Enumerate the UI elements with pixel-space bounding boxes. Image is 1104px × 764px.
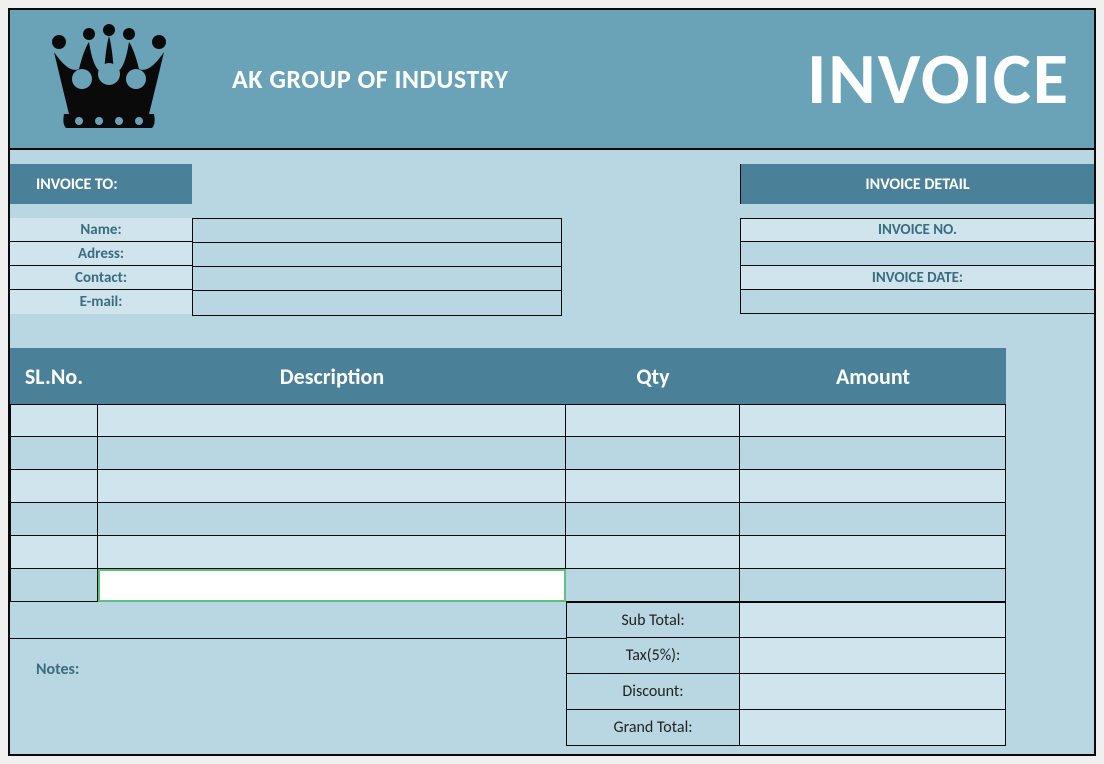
company-name: AK GROUP OF INDUSTRY (232, 63, 759, 95)
cell-sl[interactable] (10, 503, 98, 536)
notes-area[interactable] (10, 638, 566, 756)
tax-label: Tax(5%): (566, 638, 740, 674)
invoice-no-label: INVOICE NO. (740, 218, 1094, 242)
table-row (10, 437, 1006, 470)
cell-amount[interactable] (740, 404, 1006, 437)
subtotal-label: Sub Total: (566, 602, 740, 638)
cell-amount[interactable] (740, 569, 1006, 602)
cell-qty[interactable] (566, 536, 740, 569)
table-row (10, 569, 1006, 602)
cell-amount[interactable] (740, 437, 1006, 470)
cell-sl[interactable] (10, 536, 98, 569)
header-banner: AK GROUP OF INDUSTRY INVOICE (10, 10, 1094, 150)
cell-sl[interactable] (10, 470, 98, 503)
cell-qty[interactable] (566, 569, 740, 602)
cell-amount[interactable] (740, 536, 1006, 569)
invoice-title: INVOICE (807, 35, 1070, 123)
cell-description-selected[interactable] (98, 569, 566, 602)
cell-qty[interactable] (566, 404, 740, 437)
discount-label: Discount: (566, 674, 740, 710)
cell-description[interactable] (98, 536, 566, 569)
contact-input[interactable] (193, 267, 561, 291)
name-input[interactable] (193, 219, 561, 243)
cell-description[interactable] (98, 437, 566, 470)
cell-description[interactable] (98, 470, 566, 503)
col-sl-header: SL.No. (10, 348, 98, 404)
discount-value[interactable] (740, 674, 1006, 710)
invoice-no-input[interactable] (740, 242, 1094, 266)
invoice-sheet: AK GROUP OF INDUSTRY INVOICE INVOICE TO:… (8, 8, 1096, 756)
name-label: Name: (10, 218, 192, 242)
invoice-to-inputs (192, 218, 562, 316)
subtotal-value[interactable] (740, 602, 1006, 638)
cell-amount[interactable] (740, 470, 1006, 503)
grand-total-value[interactable] (740, 710, 1006, 746)
address-input[interactable] (193, 243, 561, 267)
cell-qty[interactable] (566, 470, 740, 503)
email-input[interactable] (193, 291, 561, 315)
invoice-date-input[interactable] (740, 290, 1094, 314)
invoice-detail-header: INVOICE DETAIL (740, 164, 1094, 204)
cell-qty[interactable] (566, 503, 740, 536)
cell-sl[interactable] (10, 437, 98, 470)
cell-sl[interactable] (10, 404, 98, 437)
col-qty-header: Qty (566, 348, 740, 404)
invoice-detail-block: INVOICE NO. INVOICE DATE: (740, 218, 1094, 314)
table-row (10, 404, 1006, 437)
cell-sl[interactable] (10, 569, 98, 602)
cell-description[interactable] (98, 404, 566, 437)
invoice-to-header: INVOICE TO: (10, 164, 192, 204)
top-area: INVOICE TO: INVOICE DETAIL Name: Adress:… (10, 150, 1094, 348)
table-row (10, 536, 1006, 569)
cell-amount[interactable] (740, 503, 1006, 536)
invoice-date-label: INVOICE DATE: (740, 266, 1094, 290)
table-row (10, 470, 1006, 503)
notes-label: Notes: (36, 660, 79, 679)
items-table-body (10, 404, 1006, 602)
table-row (10, 503, 1006, 536)
grand-total-label: Grand Total: (566, 710, 740, 746)
totals-block: Sub Total: Tax(5%): Discount: Grand Tota… (566, 602, 1006, 746)
contact-label: Contact: (10, 266, 192, 290)
address-label: Adress: (10, 242, 192, 266)
col-description-header: Description (98, 348, 566, 404)
tax-value[interactable] (740, 638, 1006, 674)
col-amount-header: Amount (740, 348, 1006, 404)
crown-logo-icon (34, 24, 184, 134)
items-table-header: SL.No. Description Qty Amount (10, 348, 1006, 404)
invoice-to-labels: Name: Adress: Contact: E-mail: (10, 218, 192, 314)
cell-qty[interactable] (566, 437, 740, 470)
cell-description[interactable] (98, 503, 566, 536)
email-label: E-mail: (10, 290, 192, 314)
